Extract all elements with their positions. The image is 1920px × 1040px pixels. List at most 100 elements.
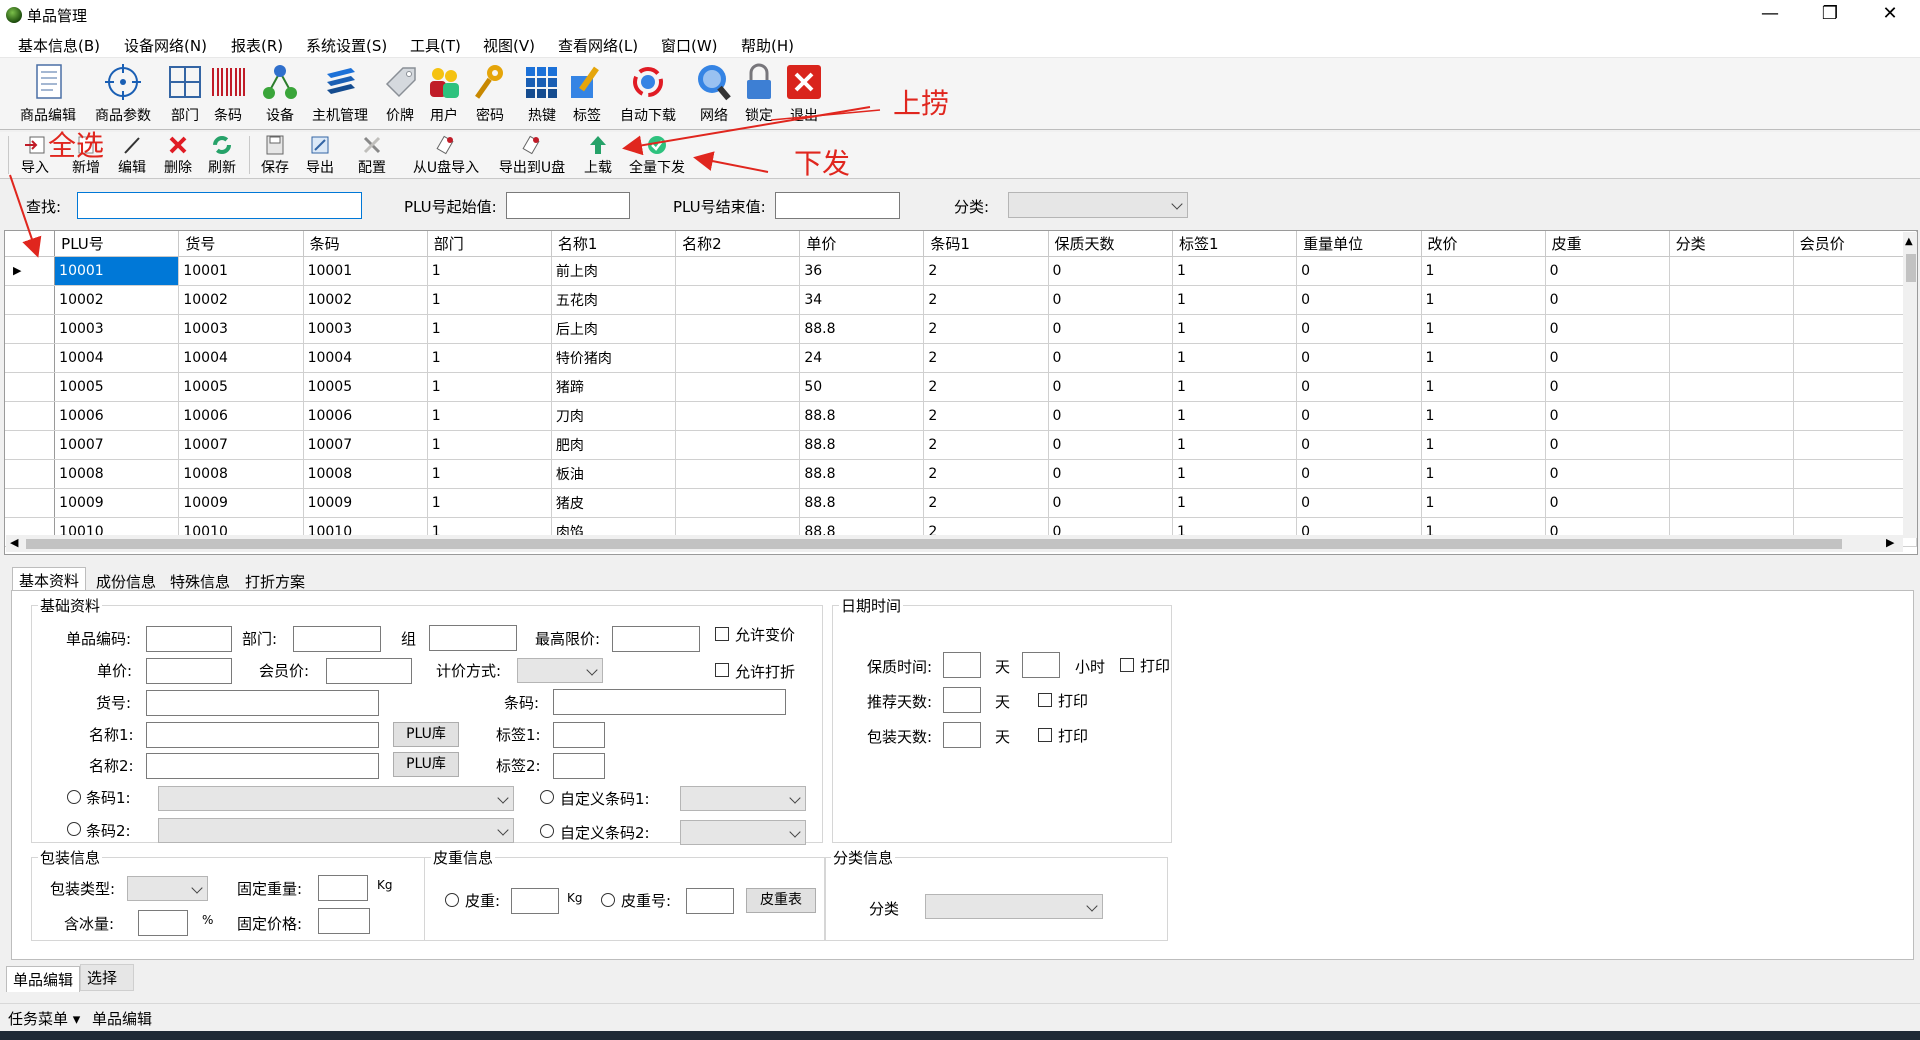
table-cell[interactable]: 10004 (178, 343, 304, 373)
row-header[interactable] (5, 285, 56, 315)
category-select[interactable] (925, 894, 1103, 919)
table-cell[interactable]: 1 (1172, 314, 1298, 344)
table-cell[interactable]: 猪皮 (551, 488, 677, 518)
table-cell[interactable]: 1 (427, 372, 552, 402)
upload-button[interactable]: 上载 (578, 135, 618, 177)
goods-no-input[interactable] (146, 690, 379, 716)
pack-type-select[interactable] (127, 876, 208, 901)
table-cell[interactable]: 10005 (303, 372, 428, 402)
table-row[interactable]: 10005 10005 10005 1 猪蹄 50 2 0 1 0 1 0 (5, 372, 1917, 402)
custom-barcode2-radio[interactable] (540, 824, 554, 838)
table-cell[interactable]: 10006 (54, 401, 180, 431)
table-cell[interactable]: 1 (1172, 285, 1298, 315)
table-cell[interactable]: 1 (1421, 285, 1546, 315)
fixed-weight-input[interactable] (318, 875, 368, 901)
table-cell[interactable] (1669, 488, 1794, 518)
table-row[interactable]: 10003 10003 10003 1 后上肉 88.8 2 0 1 0 1 0 (5, 314, 1917, 344)
table-cell[interactable]: 34 (799, 285, 925, 315)
menu-view-network[interactable]: 查看网络(L) (558, 35, 638, 56)
table-cell[interactable]: 1 (1421, 459, 1546, 489)
exit-button[interactable]: 退出 (784, 62, 824, 125)
item-params-button[interactable]: 商品参数 (91, 62, 155, 125)
table-cell[interactable]: 0 (1545, 256, 1670, 286)
edit-button[interactable]: 编辑 (112, 135, 152, 177)
table-cell[interactable]: 10003 (178, 314, 304, 344)
table-cell[interactable]: 10008 (303, 459, 428, 489)
column-header[interactable]: 保质天数 (1048, 231, 1173, 257)
max-price-input[interactable] (612, 626, 700, 652)
custom-barcode1-select[interactable] (680, 786, 806, 811)
row-header[interactable] (5, 488, 56, 518)
table-cell[interactable]: 0 (1048, 401, 1173, 431)
pack-days-input[interactable] (943, 722, 981, 748)
table-cell[interactable] (675, 314, 801, 344)
department-button[interactable]: 部门 (165, 62, 205, 125)
table-cell[interactable]: 0 (1296, 314, 1422, 344)
table-cell[interactable]: 0 (1048, 488, 1173, 518)
export-button[interactable]: 导出 (300, 135, 340, 177)
column-header[interactable]: 货号 (178, 231, 304, 257)
table-cell[interactable] (1669, 343, 1794, 373)
horizontal-scroll-thumb[interactable] (26, 539, 1842, 549)
table-cell[interactable]: 0 (1296, 256, 1422, 286)
lock-button[interactable]: 锁定 (739, 62, 779, 125)
usb-export-button[interactable]: 导出到U盘 (494, 135, 570, 177)
row-header[interactable] (5, 401, 56, 431)
table-cell[interactable] (675, 256, 801, 286)
table-cell[interactable]: 0 (1048, 459, 1173, 489)
pricing-method-select[interactable] (517, 658, 603, 683)
table-cell[interactable] (675, 372, 801, 402)
table-cell[interactable]: 50 (799, 372, 925, 402)
pack-print-checkbox[interactable] (1038, 728, 1052, 742)
table-cell[interactable]: 1 (427, 430, 552, 460)
row-header[interactable] (5, 430, 56, 460)
table-cell[interactable]: 2 (923, 401, 1049, 431)
table-cell[interactable]: 0 (1296, 488, 1422, 518)
name1-input[interactable] (146, 722, 379, 748)
table-cell[interactable]: 1 (1172, 256, 1298, 286)
table-cell[interactable]: 2 (923, 488, 1049, 518)
ice-content-input[interactable] (138, 910, 188, 936)
table-cell[interactable]: 1 (1421, 488, 1546, 518)
custom-barcode1-radio[interactable] (540, 790, 554, 804)
plu-end-input[interactable] (775, 192, 900, 219)
label2-input[interactable] (553, 753, 605, 779)
table-cell[interactable]: 10009 (54, 488, 180, 518)
row-header[interactable] (5, 372, 56, 402)
menu-help[interactable]: 帮助(H) (741, 35, 794, 56)
table-cell[interactable]: 0 (1545, 430, 1670, 460)
table-row[interactable]: 10002 10002 10002 1 五花肉 34 2 0 1 0 1 0 (5, 285, 1917, 315)
table-cell[interactable]: 10006 (303, 401, 428, 431)
row-header[interactable] (5, 314, 56, 344)
table-cell[interactable]: 36 (799, 256, 925, 286)
table-cell[interactable]: 10001 (178, 256, 304, 286)
table-cell[interactable]: 0 (1296, 401, 1422, 431)
table-cell[interactable]: 1 (1421, 256, 1546, 286)
scroll-right-icon[interactable]: ▶ (1886, 536, 1894, 549)
table-cell[interactable]: 后上肉 (551, 314, 677, 344)
plu-lib-button-1[interactable]: PLU库 (393, 722, 459, 747)
table-cell[interactable]: 0 (1048, 430, 1173, 460)
barcode-button[interactable]: 条码 (208, 62, 248, 125)
table-cell[interactable]: 板油 (551, 459, 677, 489)
config-button[interactable]: 配置 (352, 135, 392, 177)
column-header[interactable]: 条码1 (923, 231, 1049, 257)
table-cell[interactable]: 2 (923, 372, 1049, 402)
table-cell[interactable]: 0 (1296, 343, 1422, 373)
hotkey-button[interactable]: 热键 (522, 62, 562, 125)
table-cell[interactable]: 10006 (178, 401, 304, 431)
table-cell[interactable] (675, 285, 801, 315)
table-cell[interactable]: 2 (923, 256, 1049, 286)
table-cell[interactable] (675, 401, 801, 431)
table-cell[interactable] (1669, 401, 1794, 431)
row-header[interactable] (5, 343, 56, 373)
table-cell[interactable]: 0 (1048, 256, 1173, 286)
label-button[interactable]: 标签 (567, 62, 607, 125)
table-cell[interactable]: 1 (1421, 372, 1546, 402)
table-cell[interactable]: 1 (1421, 430, 1546, 460)
table-cell[interactable]: 1 (1421, 343, 1546, 373)
table-cell[interactable]: 前上肉 (551, 256, 677, 286)
table-cell[interactable]: 10002 (303, 285, 428, 315)
table-cell[interactable] (1669, 430, 1794, 460)
table-cell[interactable]: 10003 (54, 314, 180, 344)
